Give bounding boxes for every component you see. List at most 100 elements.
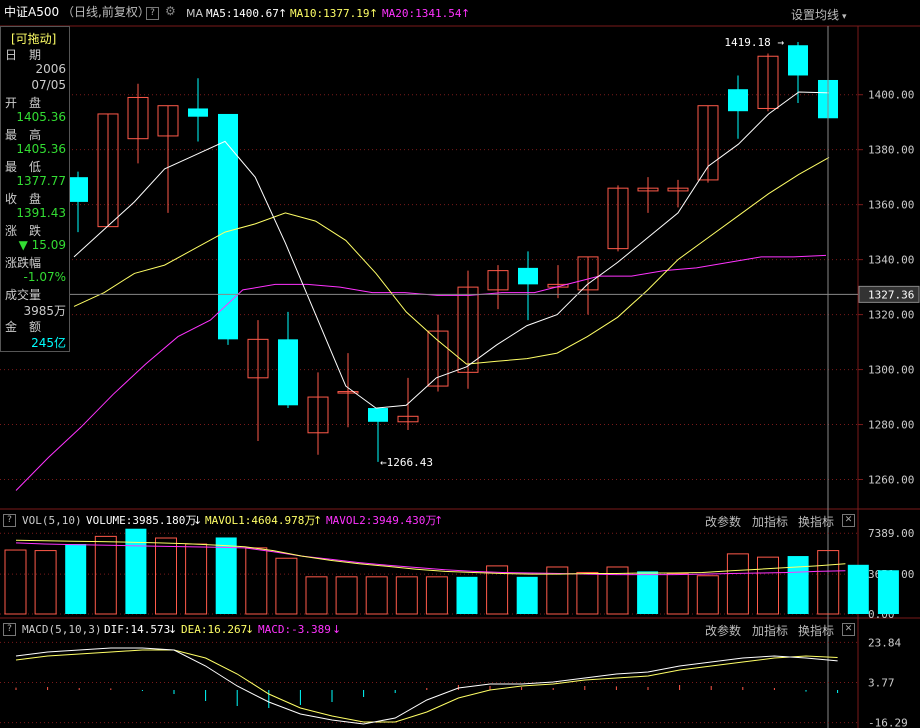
volume-bar: [125, 528, 147, 614]
help-icon[interactable]: ?: [146, 7, 159, 20]
candle-body: [728, 89, 748, 112]
price-tick-label: 1360.00: [868, 199, 914, 212]
pct-value: -1.07%: [23, 270, 66, 284]
macd-close-icon[interactable]: ✕: [842, 623, 855, 636]
volume-bar: [4, 549, 27, 615]
vol-close-icon[interactable]: ✕: [842, 514, 855, 527]
vol-volume-value: VOLUME:3985.180万: [86, 514, 197, 527]
chevron-down-icon: ▾: [842, 12, 847, 22]
candle-body: [368, 408, 388, 422]
ma5-line: [73, 91, 830, 409]
volume-bar: [185, 543, 208, 615]
vol-switch-indicator-button[interactable]: 换指标: [798, 513, 834, 530]
mavol2-value: MAVOL2:3949.430万: [326, 514, 437, 527]
amount-label: 金 额: [5, 320, 42, 334]
macd-name: MACD(5,10,3): [22, 623, 102, 636]
gear-icon[interactable]: ⚙: [165, 5, 176, 18]
crosshair-price-label: 1327.36: [868, 288, 914, 301]
low-value: 1377.77: [16, 174, 66, 188]
ma5-up-arrow: ↑: [278, 7, 288, 20]
volume-bar: [456, 576, 478, 614]
price-tick-label: 1340.00: [868, 254, 914, 267]
dif-down-arrow: ↓: [168, 623, 178, 636]
volume-value: 3985万: [23, 304, 66, 318]
max-price-annotation: 1419.18 →: [724, 36, 784, 49]
macd-tick-label: 23.84: [868, 636, 901, 649]
set-ma-button[interactable]: 设置均线 ▾: [791, 6, 847, 23]
vol-change-params-button[interactable]: 改参数: [705, 513, 741, 530]
volume-bar: [275, 557, 298, 615]
info-panel[interactable]: [可拖动] 日 期 2006 07/05 开 盘 1405.36 最 高 140…: [0, 26, 70, 352]
year-value: 2006: [35, 62, 66, 76]
change-label: 涨 跌: [5, 224, 42, 238]
volume-bar: [726, 553, 749, 615]
high-label: 最 高: [5, 128, 42, 142]
macd-tick-label: 3.77: [868, 676, 895, 689]
mavol2-up-arrow: ↑: [434, 514, 444, 527]
ma10-line: [73, 156, 830, 365]
volume-bar: [34, 550, 57, 615]
close-label: 收 盘: [5, 192, 42, 206]
volume-bar: [757, 556, 779, 615]
vol-add-indicator-button[interactable]: 加指标: [752, 513, 788, 530]
volume-bar: [94, 535, 117, 615]
dea-down-arrow: ↓: [245, 623, 255, 636]
vol-name: VOL(5,10): [22, 514, 82, 527]
period-label[interactable]: （日线,前复权）: [62, 6, 150, 19]
date-value: 07/05: [31, 78, 66, 92]
volume-bar: [576, 571, 599, 615]
dif-value: DIF:14.573: [104, 623, 171, 636]
open-value: 1405.36: [16, 110, 66, 124]
candle-body: [278, 339, 298, 406]
macd-switch-indicator-button[interactable]: 换指标: [798, 622, 834, 639]
macd-change-params-button[interactable]: 改参数: [705, 622, 741, 639]
ma20-up-arrow: ↑: [461, 7, 471, 20]
draggable-label[interactable]: [可拖动]: [11, 30, 56, 47]
dea-line: [15, 649, 838, 723]
volume-bar: [696, 575, 719, 615]
ma10-value: MA10:1377.19: [290, 7, 370, 20]
price-tick-label: 1320.00: [868, 309, 914, 322]
amount-value: 245亿: [31, 336, 66, 350]
volume-bar: [666, 573, 689, 615]
volume-bar: [155, 537, 177, 615]
volume-bar: [215, 537, 237, 614]
macd-add-indicator-button[interactable]: 加指标: [752, 622, 788, 639]
close-value: 1391.43: [16, 206, 66, 220]
open-label: 开 盘: [5, 96, 42, 110]
volume-bar: [637, 571, 659, 614]
change-value: ▼ 15.09: [18, 238, 66, 252]
price-tick-label: 1380.00: [868, 144, 914, 157]
volume-bar: [787, 556, 809, 614]
price-tick-label: 1280.00: [868, 419, 914, 432]
vol-down-arrow: ↓: [193, 514, 203, 527]
ma20-value: MA20:1341.54: [382, 7, 462, 20]
chart-canvas: 1260.00 1280.00 1300.00 1320.00 1340.00 1360.…: [0, 25, 920, 728]
date-label: 日 期: [5, 48, 42, 62]
set-ma-label: 设置均线: [791, 8, 840, 22]
volume-bar: [65, 544, 87, 614]
macd-value: MACD:-3.389: [258, 623, 331, 636]
volume-tick-label: 7389.00: [868, 527, 914, 540]
macd-tick-label: -16.29: [868, 717, 908, 728]
ma5-value: MA5:1400.67: [206, 7, 279, 20]
dea-value: DEA:16.267: [181, 623, 248, 636]
index-name: 中证A500: [4, 5, 60, 19]
low-label: 最 低: [5, 160, 42, 174]
volume-bar: [365, 576, 388, 615]
vol-help-icon[interactable]: ?: [3, 514, 16, 527]
volume-bar: [245, 547, 268, 615]
volume-bar: [516, 576, 538, 614]
ma10-up-arrow: ↑: [369, 7, 379, 20]
volume-bar: [395, 576, 418, 615]
candle-body: [788, 45, 808, 76]
price-tick-label: 1260.00: [868, 474, 914, 487]
volume-bar: [877, 570, 899, 614]
volume-bar: [847, 564, 869, 614]
candle-body: [188, 108, 208, 117]
dif-line: [15, 647, 838, 725]
macd-help-icon[interactable]: ?: [3, 623, 16, 636]
price-tick-label: 1300.00: [868, 364, 914, 377]
candle-body: [68, 177, 88, 202]
volume-label: 成交量: [5, 288, 42, 302]
